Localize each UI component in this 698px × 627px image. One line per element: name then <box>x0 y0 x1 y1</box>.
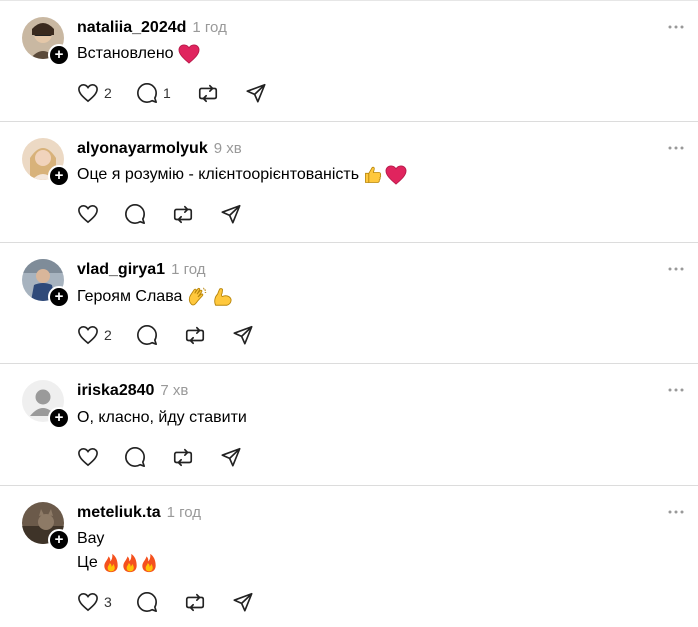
like-count: 2 <box>104 85 112 101</box>
clapping-hands-emoji <box>189 287 207 306</box>
heart-outline-icon <box>78 447 98 467</box>
post-header: alyonayarmolyuk 9 хв <box>77 139 242 159</box>
share-send-icon <box>221 204 241 224</box>
post: + iriska2840 7 хв О, класно, йду ставити <box>0 364 698 486</box>
post: + meteliuk.ta 1 год Вау Це 3 <box>0 486 698 627</box>
repost-button[interactable] <box>172 202 194 226</box>
fire-emoji <box>142 553 156 573</box>
reply-button[interactable] <box>124 445 151 469</box>
repost-icon <box>198 84 218 103</box>
username[interactable]: vlad_girya1 <box>77 261 165 278</box>
thumbs-up-emoji <box>365 166 382 183</box>
post-header: vlad_girya1 1 год <box>77 260 205 280</box>
repost-button[interactable] <box>197 81 219 105</box>
post-header: nataliia_2024d 1 год <box>77 18 227 38</box>
follow-plus-icon[interactable]: + <box>48 286 70 308</box>
reply-button[interactable] <box>136 323 163 347</box>
like-button[interactable] <box>77 445 104 469</box>
repost-button[interactable] <box>184 323 206 347</box>
red-heart-emoji <box>385 165 407 185</box>
post-text-line: Оце я розумію - клієнтоорієнтованість <box>77 166 360 183</box>
reply-bubble-icon <box>137 83 157 103</box>
post-header: meteliuk.ta 1 год <box>77 503 201 523</box>
repost-icon <box>173 205 193 224</box>
heart-outline-icon <box>78 83 98 103</box>
fire-emoji <box>104 553 118 573</box>
follow-plus-icon[interactable]: + <box>48 44 70 66</box>
follow-plus-icon[interactable]: + <box>48 529 70 551</box>
post-header: iriska2840 7 хв <box>77 381 188 401</box>
repost-icon <box>185 326 205 345</box>
reply-button[interactable] <box>124 202 151 226</box>
reply-bubble-icon <box>125 204 145 224</box>
repost-button[interactable] <box>172 445 194 469</box>
more-dots-icon[interactable] <box>668 264 684 274</box>
username[interactable]: meteliuk.ta <box>77 504 161 521</box>
repost-icon <box>173 448 193 467</box>
flexed-biceps-emoji <box>214 288 232 306</box>
post: + vlad_girya1 1 год Героям Слава 2 <box>0 243 698 364</box>
post-text-line: О, класно, йду ставити <box>77 409 247 426</box>
post-text: Героям Слава <box>77 285 234 309</box>
share-button[interactable] <box>220 202 242 226</box>
share-send-icon <box>233 592 253 612</box>
share-button[interactable] <box>232 590 254 614</box>
post-time: 9 хв <box>213 140 242 157</box>
like-button[interactable] <box>77 202 104 226</box>
post-text-line: Це <box>77 554 98 571</box>
post-text-line: Героям Слава <box>77 288 183 305</box>
post: + nataliia_2024d 1 год Встановлено 2 1 <box>0 1 698 122</box>
reply-bubble-icon <box>137 325 157 345</box>
post-time: 1 год <box>192 19 227 36</box>
repost-button[interactable] <box>184 590 206 614</box>
follow-plus-icon[interactable]: + <box>48 165 70 187</box>
like-count: 2 <box>104 327 112 343</box>
post: + alyonayarmolyuk 9 хв Оце я розумію - кл… <box>0 122 698 243</box>
reply-bubble-icon <box>125 447 145 467</box>
share-button[interactable] <box>245 81 267 105</box>
post-text: О, класно, йду ставити <box>77 406 247 430</box>
like-button[interactable]: 3 <box>77 590 112 614</box>
post-time: 1 год <box>166 504 202 521</box>
share-button[interactable] <box>232 323 254 347</box>
heart-outline-icon <box>78 325 98 345</box>
reply-button[interactable] <box>136 590 163 614</box>
post-text: Встановлено <box>77 42 200 66</box>
post-text: Оце я розумію - клієнтоорієнтованість <box>77 163 407 187</box>
reply-button[interactable]: 1 <box>136 81 171 105</box>
post-text-line: Вау <box>77 530 105 547</box>
like-count: 3 <box>104 594 112 610</box>
reply-count: 1 <box>163 85 171 101</box>
username[interactable]: iriska2840 <box>77 382 154 399</box>
more-dots-icon[interactable] <box>668 143 684 153</box>
share-send-icon <box>246 83 266 103</box>
share-button[interactable] <box>220 445 242 469</box>
post-text-line: Встановлено <box>77 45 174 62</box>
reply-bubble-icon <box>137 592 157 612</box>
repost-icon <box>185 593 205 612</box>
more-dots-icon[interactable] <box>668 385 684 395</box>
post-text: Вау Це <box>77 527 158 575</box>
fire-emoji <box>123 553 137 573</box>
username[interactable]: alyonayarmolyuk <box>77 140 208 157</box>
follow-plus-icon[interactable]: + <box>48 407 70 429</box>
heart-outline-icon <box>78 592 98 612</box>
share-send-icon <box>221 447 241 467</box>
like-button[interactable]: 2 <box>77 323 112 347</box>
like-button[interactable]: 2 <box>77 81 112 105</box>
username[interactable]: nataliia_2024d <box>77 19 186 36</box>
share-send-icon <box>233 325 253 345</box>
post-time: 7 хв <box>160 382 189 399</box>
red-heart-emoji <box>178 44 200 64</box>
more-dots-icon[interactable] <box>668 507 684 517</box>
post-time: 1 год <box>171 261 206 278</box>
heart-outline-icon <box>78 204 98 224</box>
more-dots-icon[interactable] <box>668 22 684 32</box>
